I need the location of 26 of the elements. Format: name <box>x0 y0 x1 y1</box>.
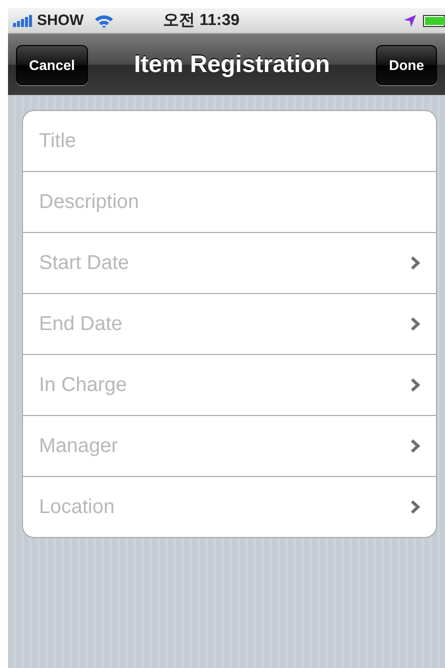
done-button[interactable]: Done <box>376 44 437 84</box>
chevron-icon <box>410 378 420 392</box>
signal-icon <box>13 14 33 26</box>
row-label: End Date <box>39 312 124 336</box>
location-arrow-icon <box>403 14 417 28</box>
row-label: Location <box>39 496 116 518</box>
chevron-icon <box>410 439 420 453</box>
nav-title: Item Registration <box>134 50 330 78</box>
cancel-button[interactable]: Cancel <box>16 44 88 84</box>
carrier-name: SHOW <box>37 12 84 29</box>
status-time: 오전 11:39 <box>163 11 240 31</box>
chevron-icon <box>410 317 420 331</box>
row-label: Start Date <box>39 252 130 274</box>
table-row[interactable]: In Charge <box>23 354 436 415</box>
battery-icon <box>423 14 445 26</box>
table-row[interactable]: Start Date <box>23 232 436 293</box>
text-field[interactable]: Description <box>39 190 420 214</box>
table-row[interactable]: Manager <box>23 415 436 476</box>
table-row[interactable]: Location <box>23 476 436 537</box>
text-field[interactable]: Title <box>39 130 420 152</box>
chevron-icon <box>410 256 420 270</box>
row-label: In Charge <box>39 374 128 396</box>
table-row[interactable]: End Date <box>23 293 436 354</box>
chevron-icon <box>410 500 420 514</box>
row-label: Manager <box>39 434 119 458</box>
wifi-icon <box>94 14 114 28</box>
